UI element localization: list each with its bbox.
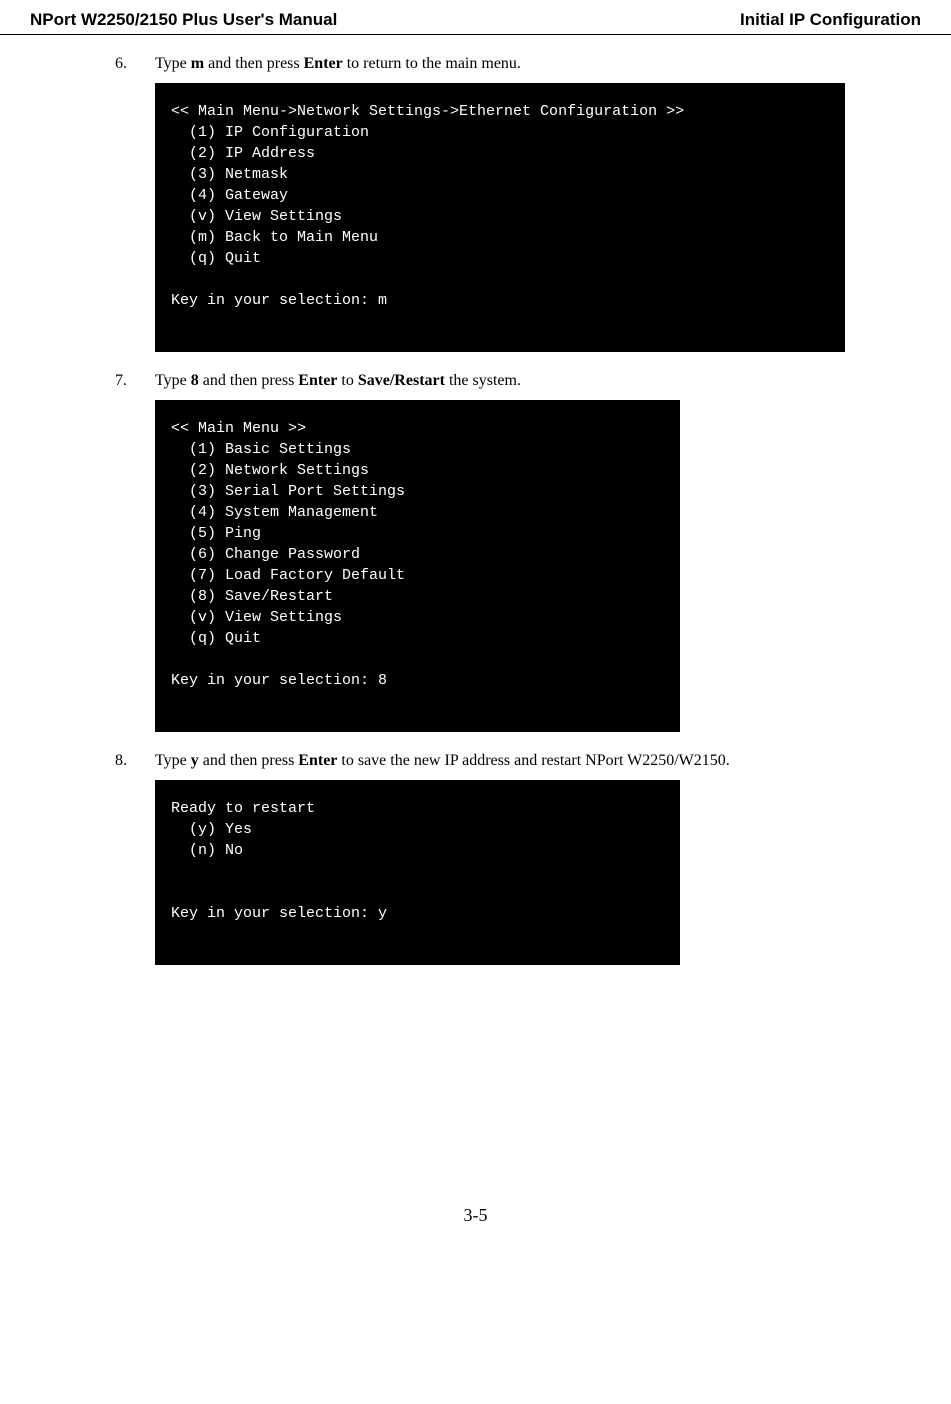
text-mid: and then press xyxy=(199,752,299,769)
page-header: NPort W2250/2150 Plus User's Manual Init… xyxy=(0,0,951,35)
key-enter: Enter xyxy=(298,752,337,769)
terminal-output-3: Ready to restart (y) Yes (n) No Key in y… xyxy=(155,780,680,965)
step-number: 6. xyxy=(115,55,155,73)
text-suffix: to return to the main menu. xyxy=(343,55,521,72)
step-number: 8. xyxy=(115,752,155,770)
step-7-instruction: 7. Type 8 and then press Enter to Save/R… xyxy=(115,372,891,390)
text-mid2: to xyxy=(337,372,357,389)
text-suffix: to save the new IP address and restart N… xyxy=(337,752,729,769)
save-restart: Save/Restart xyxy=(358,372,445,389)
page-number: 3-5 xyxy=(0,1185,951,1246)
text-mid: and then press xyxy=(204,55,304,72)
key-enter: Enter xyxy=(304,55,343,72)
key-8: 8 xyxy=(191,372,199,389)
step-number: 7. xyxy=(115,372,155,390)
key-m: m xyxy=(191,55,204,72)
text-mid: and then press xyxy=(199,372,299,389)
step-7: 7. Type 8 and then press Enter to Save/R… xyxy=(115,372,891,732)
step-6-instruction: 6. Type m and then press Enter to return… xyxy=(115,55,891,73)
step-8-instruction: 8. Type y and then press Enter to save t… xyxy=(115,752,891,770)
manual-title: NPort W2250/2150 Plus User's Manual xyxy=(30,10,337,30)
page-content: 6. Type m and then press Enter to return… xyxy=(0,35,951,1005)
text-suffix: the system. xyxy=(445,372,521,389)
step-6: 6. Type m and then press Enter to return… xyxy=(115,55,891,352)
terminal-output-1: << Main Menu->Network Settings->Ethernet… xyxy=(155,83,845,352)
step-8: 8. Type y and then press Enter to save t… xyxy=(115,752,891,965)
key-y: y xyxy=(191,752,199,769)
step-text: Type y and then press Enter to save the … xyxy=(155,752,891,770)
text-prefix: Type xyxy=(155,752,191,769)
step-text: Type m and then press Enter to return to… xyxy=(155,55,891,73)
terminal-output-2: << Main Menu >> (1) Basic Settings (2) N… xyxy=(155,400,680,732)
text-prefix: Type xyxy=(155,372,191,389)
section-title: Initial IP Configuration xyxy=(740,10,921,30)
key-enter: Enter xyxy=(298,372,337,389)
text-prefix: Type xyxy=(155,55,191,72)
step-text: Type 8 and then press Enter to Save/Rest… xyxy=(155,372,891,390)
